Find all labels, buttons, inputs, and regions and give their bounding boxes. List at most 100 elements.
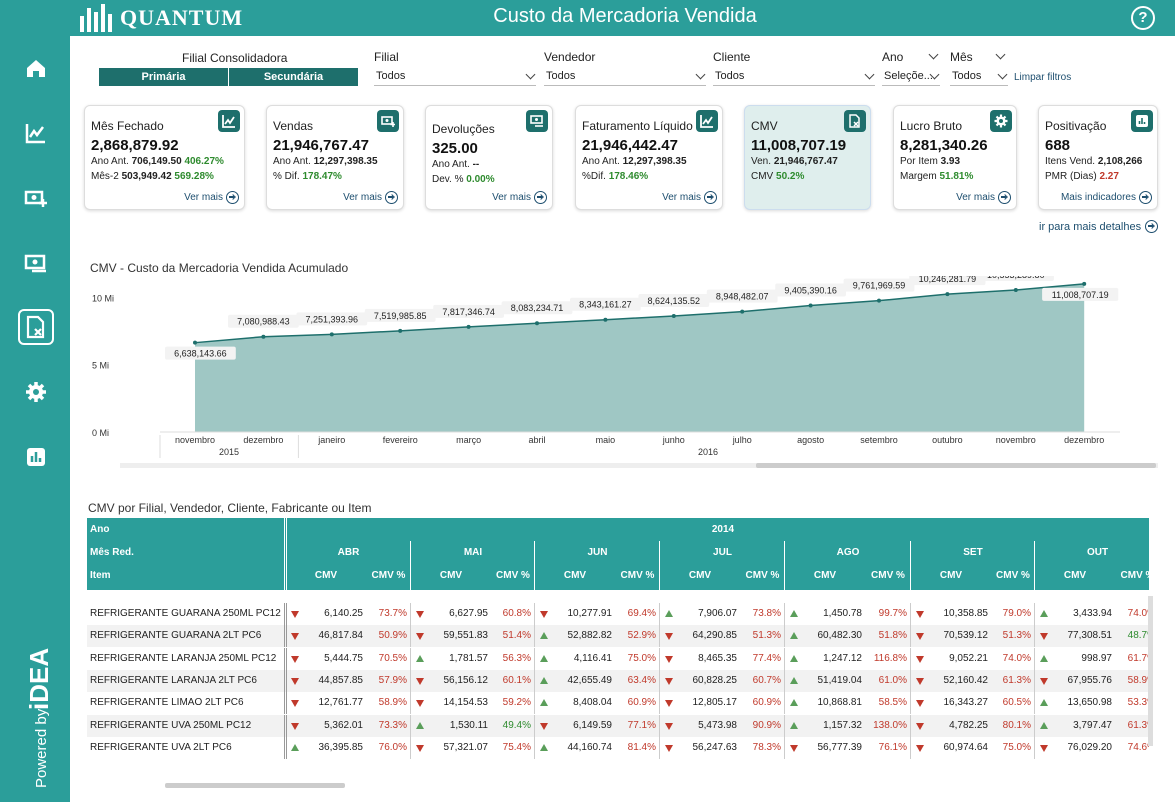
cmv-pct-value: 61.3% (1002, 674, 1031, 686)
table-vertical-scrollbar[interactable] (1148, 596, 1153, 746)
cmv-pct-value: 73.3% (378, 719, 407, 731)
kpi-card-positivacao[interactable]: Positivação 688 Itens Vend. 2,108,266 PM… (1038, 105, 1158, 210)
card-line-label: %Dif. (582, 171, 606, 182)
mes-dropdown[interactable]: Todos (950, 68, 1008, 86)
bar-chart-icon[interactable] (20, 441, 52, 473)
card-line-label: Ven. (751, 156, 772, 167)
header-month[interactable]: ABR (286, 541, 411, 564)
svg-text:iDEA: iDEA (24, 648, 54, 710)
table-row[interactable]: REFRIGERANTE LARANJA 250ML PC12 5,444.75 7… (87, 647, 1149, 670)
filial-dropdown[interactable]: Todos (374, 68, 536, 86)
header-month[interactable]: MAI (411, 541, 535, 564)
table-row[interactable]: REFRIGERANTE UVA 2LT PC6 36,395.85 76.0% 57… (87, 736, 1149, 759)
cmv-value: 52,160.42 (943, 674, 989, 686)
ver-mais-link[interactable]: Ver mais (184, 191, 239, 204)
row-separator (784, 647, 785, 670)
header-month[interactable]: AGO (785, 541, 911, 564)
card-line-label: Itens Vend. (1045, 156, 1096, 167)
sales-add-icon[interactable] (20, 182, 52, 214)
kpi-card-cmv[interactable]: CMV 11,008,707.19 Ven. 21,946,767.47 CMV… (744, 105, 871, 210)
home-icon[interactable] (20, 52, 52, 84)
cmv-pct-value: 58.9% (378, 697, 407, 709)
ver-mais-link[interactable]: Ver mais (492, 191, 547, 204)
row-separator (410, 714, 411, 737)
header-col-cmv[interactable]: CMV (286, 564, 366, 587)
kpi-card-faturamento-liquido[interactable]: Faturamento Líquido 21,946,442.47 Ano An… (575, 105, 723, 210)
ano-dropdown[interactable]: Seleçõe... (882, 68, 940, 86)
header-col-cmv[interactable]: CMV (411, 564, 491, 587)
vendedor-dropdown[interactable]: Todos (544, 68, 706, 86)
header-month[interactable]: JUL (660, 541, 785, 564)
table-row[interactable]: REFRIGERANTE UVA 250ML PC12 5,362.01 73.3%… (87, 714, 1149, 737)
cmv-value: 70,539.12 (943, 630, 989, 642)
mais-indicadores-link[interactable]: Mais indicadores (1061, 191, 1152, 204)
data-point (261, 334, 266, 339)
header-col-cmv-pct[interactable]: CMV % (615, 564, 660, 587)
row-separator (659, 625, 660, 648)
ver-mais-link[interactable]: Ver mais (662, 191, 717, 204)
row-separator (284, 625, 285, 648)
arrow-right-circle-icon (1139, 191, 1152, 204)
header-month[interactable]: OUT (1035, 541, 1149, 564)
header-col-cmv[interactable]: CMV (660, 564, 740, 587)
row-separator (784, 736, 785, 759)
row-separator (910, 603, 911, 625)
cmv-document-icon[interactable] (18, 309, 54, 345)
card-line-value: 503,949.42 (121, 171, 172, 182)
chart-scrollbar[interactable] (120, 463, 1158, 468)
header-col-cmv[interactable]: CMV (535, 564, 615, 587)
table-row[interactable]: REFRIGERANTE LIMAO 2LT PC6 12,761.77 58.9%… (87, 692, 1149, 715)
table-row[interactable]: REFRIGERANTE LARANJA 2LT PC6 44,857.85 57.… (87, 669, 1149, 692)
card-line-label: Margem (900, 171, 937, 182)
header-col-cmv-pct[interactable]: CMV % (1115, 564, 1149, 587)
cmv-value: 1,450.78 (823, 608, 862, 619)
row-separator (659, 736, 660, 759)
y-tick-label: 5 Mi (92, 361, 109, 371)
table-row[interactable]: REFRIGERANTE GUARANA 250ML PC12 6,140.25 7… (87, 603, 1149, 625)
header-col-cmv[interactable]: CMV (911, 564, 991, 587)
header-month[interactable]: SET (911, 541, 1035, 564)
header-col-cmv[interactable]: CMV (785, 564, 865, 587)
cmv-pct-value: 80.1% (1002, 719, 1031, 731)
clear-filters-link[interactable]: Limpar filtros (1014, 72, 1071, 83)
filial-consolidadora-label: Filial Consolidadora (182, 51, 288, 65)
returns-icon[interactable] (20, 247, 52, 279)
table-horizontal-scrollbar[interactable] (165, 783, 345, 788)
kpi-card-lucro-bruto[interactable]: Lucro Bruto 8,281,340.26 Por Item 3.93 M… (893, 105, 1017, 210)
kpi-card-mes-fechado[interactable]: Mês Fechado 2,868,879.92 Ano Ant. 706,14… (84, 105, 245, 210)
segment-secundaria[interactable]: Secundária (228, 68, 358, 86)
kpi-card-devolucoes[interactable]: Devoluções 325.00 Ano Ant. -- Dev. % 0.0… (425, 105, 553, 210)
row-separator (534, 647, 535, 670)
header-col-cmv-pct[interactable]: CMV % (491, 564, 535, 587)
header-col-cmv-pct[interactable]: CMV % (740, 564, 785, 587)
card-line-label: Ano Ant. (273, 156, 311, 167)
table-row[interactable]: REFRIGERANTE GUARANA 2LT PC6 46,817.84 50.… (87, 625, 1149, 648)
ver-mais-link[interactable]: Ver mais (956, 191, 1011, 204)
cmv-pct-value: 57.9% (378, 674, 407, 686)
header-col-cmv-pct[interactable]: CMV % (991, 564, 1035, 587)
ver-mais-link[interactable]: Ver mais (343, 191, 398, 204)
row-separator (910, 692, 911, 715)
header-col-cmv-pct[interactable]: CMV % (366, 564, 411, 587)
segment-primaria[interactable]: Primária (99, 68, 228, 86)
more-details-link[interactable]: ir para mais detalhes (1039, 220, 1159, 233)
chart-trend-icon[interactable] (20, 117, 52, 149)
row-separator (410, 669, 411, 692)
cliente-dropdown[interactable]: Todos (713, 68, 875, 86)
data-label: 8,624,135.52 (648, 296, 701, 306)
money-add-icon (377, 110, 399, 132)
header-col-cmv-pct[interactable]: CMV % (865, 564, 911, 587)
kpi-card-vendas[interactable]: Vendas 21,946,767.47 Ano Ant. 12,297,398… (266, 105, 404, 210)
chart-scroll-thumb[interactable] (756, 463, 1156, 468)
card-value: 11,008,707.19 (751, 137, 847, 154)
card-line-pct: 2.27 (1099, 171, 1119, 182)
header-col-cmv[interactable]: CMV (1035, 564, 1115, 587)
data-point (466, 324, 471, 329)
help-button[interactable]: ? (1131, 6, 1155, 30)
cmv-pct-value: 50.9% (378, 630, 407, 642)
header-month[interactable]: JUN (535, 541, 660, 564)
gear-icon (990, 110, 1012, 132)
chevron-down-icon (997, 69, 1008, 80)
gear-icon[interactable] (20, 376, 52, 408)
x-tick-label: junho (662, 435, 685, 445)
